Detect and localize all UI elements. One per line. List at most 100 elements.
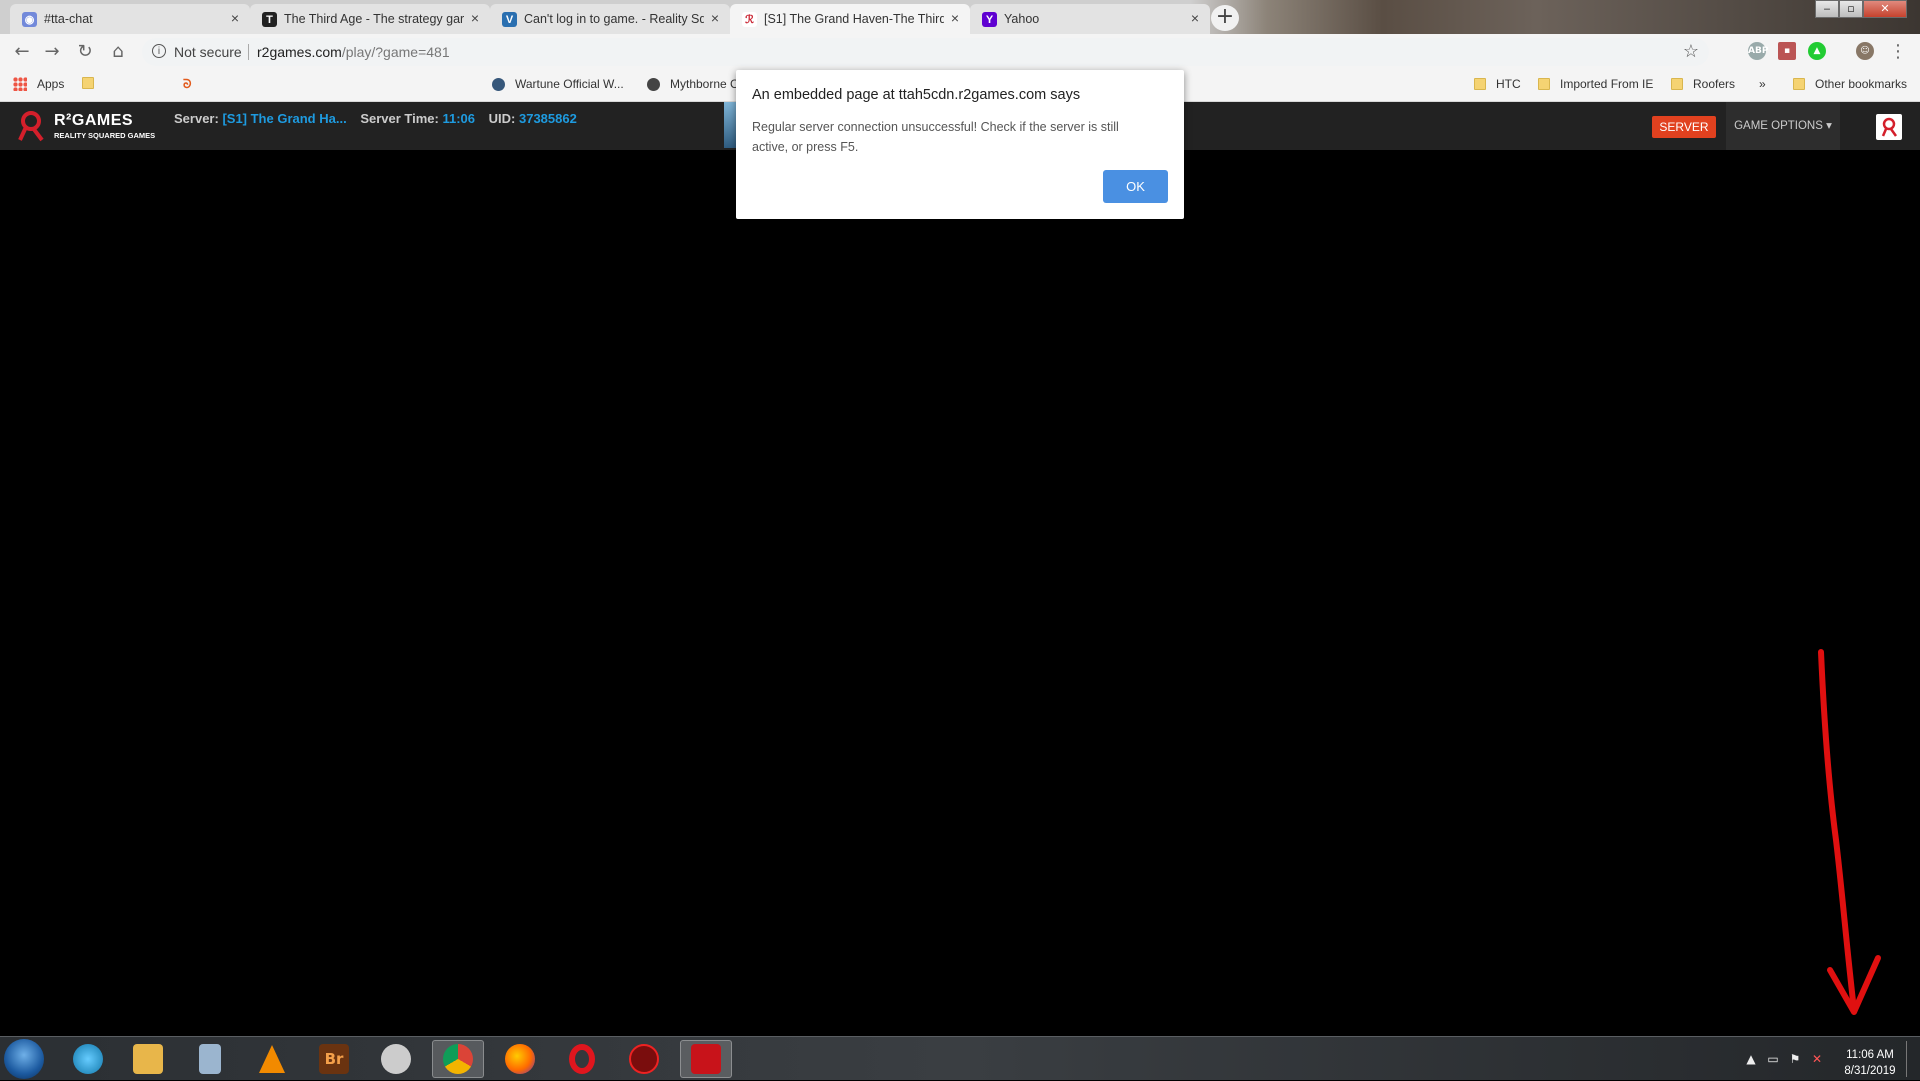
brand-name: R²GAMES <box>54 112 134 129</box>
taskbar-clock[interactable]: 11:06 AM 8/31/2019 <box>1830 1047 1910 1079</box>
tab-title: The Third Age - The strategy gar <box>284 12 464 26</box>
vlc-icon <box>259 1045 285 1073</box>
bookmark-star-icon[interactable]: ☆ <box>1683 41 1699 62</box>
dialog-title: An embedded page at ttah5cdn.r2games.com… <box>752 87 1081 103</box>
bookmark-mythborne[interactable]: Mythborne C <box>647 77 739 91</box>
windows-taskbar: Br ▲ ▭ ⚑ ✕ 11:06 AM 8/31/2019 <box>0 1036 1920 1080</box>
url-host: r2games.com <box>257 44 342 60</box>
bookmark-roofers[interactable]: Roofers <box>1671 77 1735 91</box>
info-icon[interactable]: i <box>152 44 166 58</box>
volume-muted-icon[interactable]: ✕ <box>1810 1052 1824 1066</box>
bookmark-wartune[interactable]: Wartune Official W... <box>492 77 624 91</box>
globe-icon <box>647 77 660 91</box>
annotation-arrow <box>1818 649 1881 1015</box>
tab-title: [S1] The Grand Haven-The Third <box>764 12 944 26</box>
forward-button[interactable]: → <box>42 42 62 62</box>
close-tab-icon[interactable]: × <box>1188 11 1202 25</box>
clock-date: 8/31/2019 <box>1844 1065 1896 1077</box>
more-bookmarks-button[interactable]: » <box>1759 77 1766 91</box>
action-center-flag-icon[interactable]: ⚑ <box>1788 1052 1802 1066</box>
minimize-button[interactable]: ‒ <box>1815 0 1839 18</box>
ok-button[interactable]: OK <box>1103 170 1168 203</box>
taskbar-acrobat[interactable] <box>680 1040 732 1078</box>
taskbar-opera[interactable] <box>556 1040 608 1078</box>
taskbar-chrome[interactable] <box>432 1040 484 1078</box>
taskbar-media-player[interactable] <box>122 1040 174 1078</box>
discord-icon: ◉ <box>22 12 37 27</box>
pdf-extension-icon[interactable]: ▪ <box>1778 42 1796 60</box>
uid-value: 37385862 <box>518 111 577 126</box>
folder-icon <box>1671 78 1683 90</box>
bookmark-label: Wartune Official W... <box>515 77 624 91</box>
tab-third-age[interactable]: T The Third Age - The strategy gar × <box>250 4 490 34</box>
green-extension-icon[interactable]: ▲ <box>1808 42 1826 60</box>
r2games-logo[interactable]: R²GAMES REALITY SQUARED GAMES <box>18 108 168 144</box>
folder-icon <box>82 77 94 89</box>
taskbar-vlc[interactable] <box>246 1040 298 1078</box>
taskbar-app[interactable] <box>370 1040 422 1078</box>
taskbar-game-app[interactable] <box>618 1040 670 1078</box>
server-button[interactable]: SERVER <box>1652 116 1716 138</box>
show-hidden-icons[interactable]: ▲ <box>1744 1052 1758 1066</box>
user-account-icon[interactable] <box>1876 114 1902 140</box>
reality-squared-icon: V <box>502 12 517 27</box>
tab-title: #tta-chat <box>44 12 93 26</box>
server-time-value: 11:06 <box>442 111 476 126</box>
taskbar-adobe-bridge[interactable]: Br <box>308 1040 360 1078</box>
bookmark-label: HTC <box>1496 77 1521 91</box>
tab-tta-chat[interactable]: ◉ #tta-chat × <box>10 4 250 34</box>
taskbar-internet-explorer[interactable] <box>62 1040 114 1078</box>
brand-subtitle: REALITY SQUARED GAMES <box>54 131 156 140</box>
tab-title: Yahoo <box>1004 12 1040 26</box>
bookmark-folder[interactable] <box>82 77 104 89</box>
url-path: /play/?game=481 <box>341 44 450 60</box>
third-age-icon: T <box>262 12 277 27</box>
close-window-button[interactable]: ✕ <box>1863 0 1907 18</box>
game-options-menu[interactable]: GAME OPTIONS ▾ <box>1726 102 1840 150</box>
home-button[interactable]: ⌂ <box>108 42 128 62</box>
close-tab-icon[interactable]: × <box>708 11 722 25</box>
bookmark-apps[interactable]: Apps <box>13 77 64 91</box>
close-tab-icon[interactable]: × <box>228 11 242 25</box>
menu-icon[interactable]: ⋮ <box>1888 42 1908 62</box>
uid-label: UID: <box>488 111 516 126</box>
profile-avatar[interactable]: ☺ <box>1856 42 1874 60</box>
tab-title: Can't log in to game. - Reality Sq <box>524 12 704 26</box>
browser-toolbar: ← → ↻ ⌂ i Not secure r2games.com/play/?g… <box>0 34 1920 70</box>
wartune-icon <box>492 77 505 91</box>
calculator-icon <box>199 1044 221 1074</box>
url-text[interactable]: r2games.com/play/?game=481 <box>257 44 450 60</box>
maximize-button[interactable]: ▫ <box>1839 0 1863 18</box>
bookmark-label: Apps <box>37 77 65 91</box>
adblock-icon[interactable]: ABP <box>1748 42 1768 60</box>
tab-strip: ◉ #tta-chat × T The Third Age - The stra… <box>0 0 1920 34</box>
folder-icon <box>1474 78 1486 90</box>
close-tab-icon[interactable]: × <box>468 11 482 25</box>
start-button[interactable] <box>4 1039 44 1079</box>
new-tab-button[interactable]: + <box>1211 5 1239 31</box>
yahoo-icon: Y <box>982 12 997 27</box>
network-icon[interactable]: ▭ <box>1766 1052 1780 1066</box>
taskbar-calculator[interactable] <box>184 1040 236 1078</box>
show-desktop-button[interactable] <box>1906 1041 1917 1077</box>
bookmark-label: Other bookmarks <box>1815 77 1908 91</box>
back-button[interactable]: ← <box>12 42 32 62</box>
server-label: Server: <box>174 111 219 126</box>
tab-grand-haven[interactable]: ℛ [S1] The Grand Haven-The Third × <box>730 4 970 34</box>
tab-cant-log-in[interactable]: V Can't log in to game. - Reality Sq × <box>490 4 730 34</box>
taskbar-firefox[interactable] <box>494 1040 546 1078</box>
bookmark-label: Imported From IE <box>1560 77 1654 91</box>
acrobat-icon <box>691 1044 721 1074</box>
tab-yahoo[interactable]: Y Yahoo × <box>970 4 1210 34</box>
bookmark-icon-only[interactable]: ᘐ <box>183 77 191 92</box>
close-tab-icon[interactable]: × <box>948 11 962 25</box>
bookmark-htc[interactable]: HTC <box>1474 77 1521 91</box>
bookmark-imported-from-ie[interactable]: Imported From IE <box>1538 77 1653 91</box>
bookmark-other[interactable]: Other bookmarks <box>1793 77 1907 91</box>
security-label[interactable]: Not secure <box>174 44 242 60</box>
adobe-bridge-icon: Br <box>319 1044 349 1074</box>
reload-button[interactable]: ↻ <box>75 42 95 62</box>
bookmark-label: Roofers <box>1693 77 1736 91</box>
r2games-icon: ℛ <box>742 12 757 27</box>
address-bar[interactable]: i Not secure r2games.com/play/?game=481 … <box>142 38 1709 66</box>
